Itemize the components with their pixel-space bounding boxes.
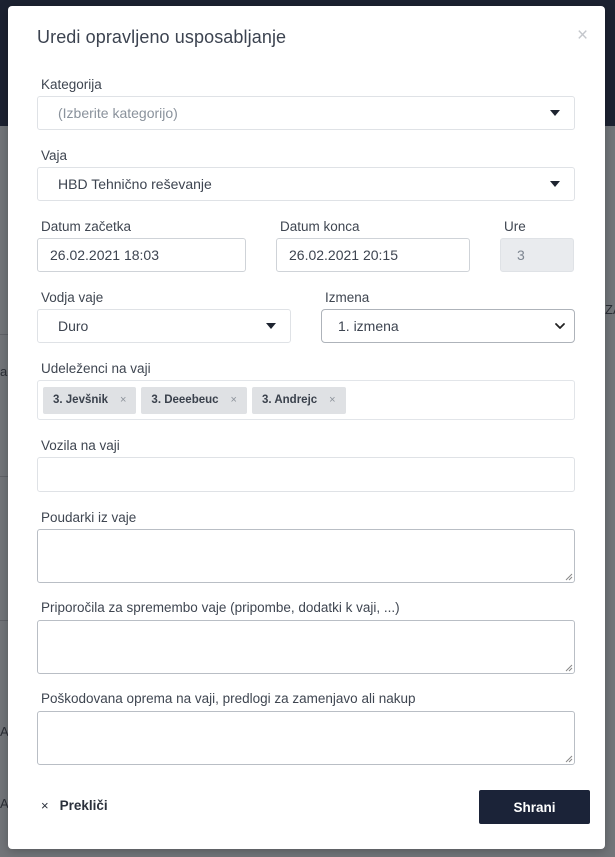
- background-divider: [0, 620, 8, 621]
- caret-down-icon: [266, 323, 276, 329]
- hours-input: 3: [500, 238, 574, 272]
- start-date-value: 26.02.2021 18:03: [50, 247, 159, 263]
- leader-value: Duro: [58, 318, 89, 334]
- participant-tag-label: 3. Deeebeuc: [151, 394, 219, 406]
- participant-tag: 3. Jevšnik ×: [43, 386, 137, 414]
- recommendations-label: Priporočila za spremembo vaje (pripombe,…: [41, 600, 400, 615]
- end-date-label: Datum konca: [280, 219, 360, 234]
- edit-training-modal: Uredi opravljeno usposabljanje × Kategor…: [8, 6, 605, 849]
- remove-tag-icon[interactable]: ×: [231, 394, 237, 406]
- leader-select[interactable]: Duro: [37, 309, 291, 343]
- vehicles-label: Vozila na vaji: [41, 438, 120, 453]
- background-divider: [0, 476, 8, 477]
- vehicles-multiselect[interactable]: [37, 457, 575, 492]
- hours-label: Ure: [504, 219, 526, 234]
- highlights-textarea[interactable]: [37, 529, 575, 583]
- participants-label: Udeleženci na vaji: [41, 361, 151, 376]
- resize-grip-icon[interactable]: [563, 662, 573, 672]
- shift-label: Izmena: [325, 290, 370, 305]
- start-date-input[interactable]: 26.02.2021 18:03: [37, 238, 246, 272]
- start-date-label: Datum začetka: [41, 219, 132, 234]
- participant-tag: 3. Deeebeuc ×: [141, 386, 247, 414]
- background-text-right: ZA: [605, 302, 615, 317]
- exercise-label: Vaja: [41, 148, 68, 163]
- highlights-label: Poudarki iz vaje: [41, 510, 137, 525]
- hours-value: 3: [517, 247, 525, 263]
- participants-multiselect[interactable]: 3. Jevšnik × 3. Deeebeuc × 3. Andrejc ×: [37, 380, 575, 420]
- end-date-value: 26.02.2021 20:15: [289, 247, 398, 263]
- cancel-button[interactable]: × Prekliči: [41, 795, 108, 815]
- category-label: Kategorija: [41, 77, 102, 92]
- participant-tag: 3. Andrejc ×: [251, 386, 346, 414]
- participant-tag-label: 3. Andrejc: [261, 394, 318, 406]
- caret-down-icon: [550, 181, 560, 187]
- background-divider: [0, 334, 8, 335]
- exercise-select[interactable]: HBD Tehnično reševanje: [37, 167, 575, 201]
- category-placeholder: (Izberite kategorijo): [58, 105, 178, 121]
- resize-grip-icon[interactable]: [563, 571, 573, 581]
- remove-tag-icon[interactable]: ×: [120, 394, 126, 406]
- background-text-left: a: [0, 364, 8, 379]
- caret-down-icon: [550, 110, 560, 116]
- participant-tag-label: 3. Jevšnik: [53, 394, 108, 406]
- shift-value: 1. izmena: [338, 318, 399, 334]
- exercise-value: HBD Tehnično reševanje: [58, 176, 212, 192]
- shift-select[interactable]: 1. izmena: [321, 309, 575, 343]
- damaged-equipment-label: Poškodovana oprema na vaji, predlogi za …: [41, 691, 416, 706]
- save-button[interactable]: Shrani: [479, 790, 590, 824]
- close-icon: ×: [41, 797, 49, 813]
- chevron-down-icon: [555, 323, 565, 329]
- damaged-equipment-textarea[interactable]: [37, 711, 575, 765]
- leader-label: Vodja vaje: [41, 290, 104, 305]
- close-icon[interactable]: ×: [577, 26, 588, 45]
- modal-title: Uredi opravljeno usposabljanje: [37, 27, 287, 47]
- recommendations-textarea[interactable]: [37, 620, 575, 674]
- cancel-button-label: Prekliči: [59, 797, 108, 813]
- category-select[interactable]: (Izberite kategorijo): [37, 96, 575, 130]
- remove-tag-icon[interactable]: ×: [329, 394, 335, 406]
- end-date-input[interactable]: 26.02.2021 20:15: [276, 238, 470, 272]
- resize-grip-icon[interactable]: [563, 753, 573, 763]
